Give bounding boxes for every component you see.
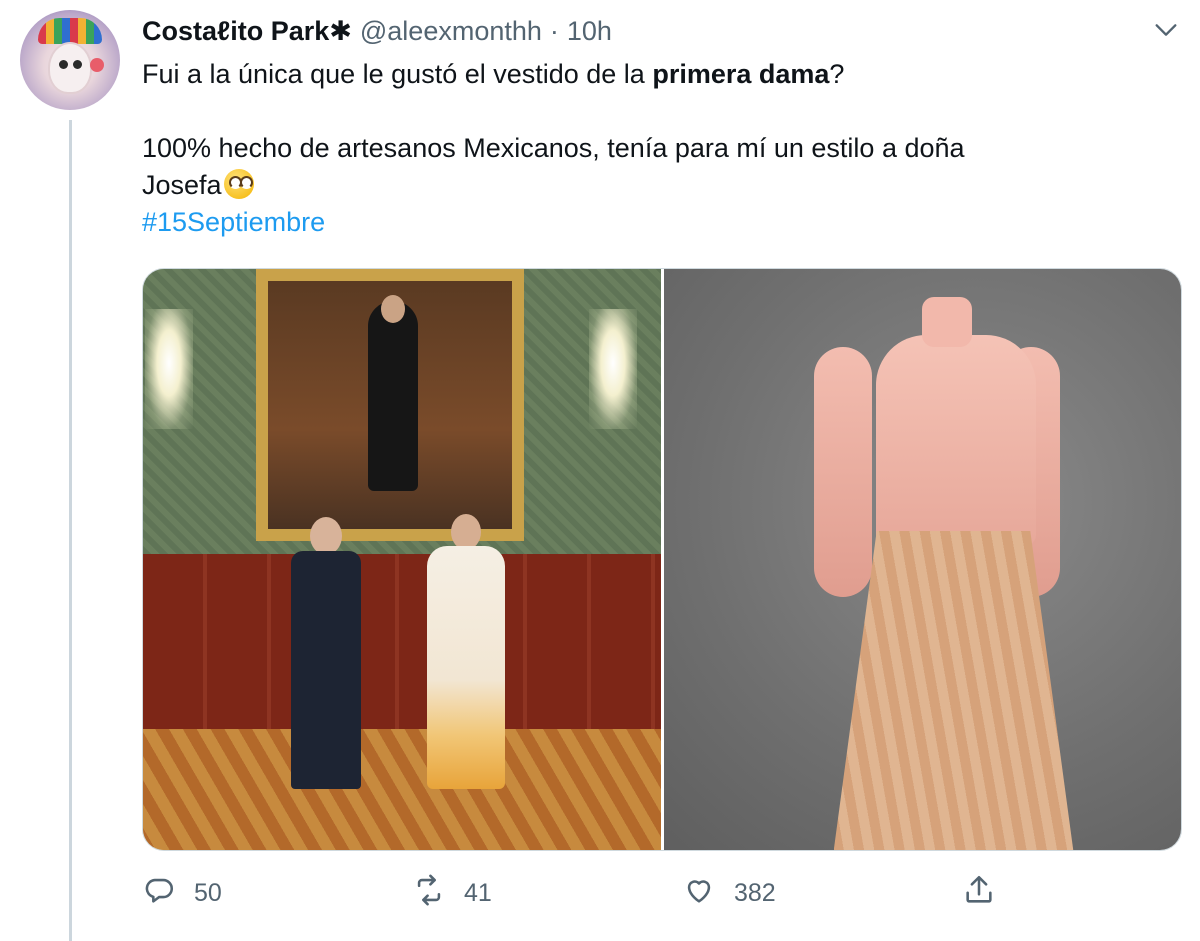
photo-portrait-figure	[368, 295, 418, 491]
photo-historic-dress[interactable]	[663, 269, 1181, 850]
text-segment: Josefa	[142, 170, 222, 200]
chevron-down-icon[interactable]	[1152, 16, 1180, 44]
text-segment: Fui a la única que le gustó el vestido d…	[142, 59, 653, 89]
user-handle[interactable]: @aleexmonthh	[360, 16, 542, 47]
photo-man-head	[310, 517, 342, 555]
hashtag-line: #15Septiembre	[142, 204, 1142, 241]
reply-button[interactable]: 50	[142, 870, 222, 916]
share-button[interactable]	[962, 870, 996, 916]
photo-chandelier	[589, 309, 637, 429]
tweet-text-line-2: 100% hecho de artesanos Mexicanos, tenía…	[142, 133, 965, 163]
bold-text: primera dama	[652, 59, 830, 89]
avatar[interactable]	[20, 10, 120, 110]
photo-man-suit	[291, 551, 361, 789]
retweet-icon	[412, 873, 446, 914]
reply-count: 50	[194, 878, 222, 907]
photo-dress-sleeve	[813, 347, 872, 597]
photo-wood-panel	[143, 554, 661, 729]
avatar-eye	[73, 60, 82, 69]
avatar-face	[48, 42, 92, 94]
retweet-button[interactable]: 41	[412, 870, 492, 916]
photo-chandelier	[145, 309, 193, 429]
line-spacer	[142, 93, 1142, 130]
photo-dress-bodice	[875, 335, 1036, 545]
avatar-flower-crown	[38, 18, 102, 44]
reply-icon	[142, 873, 176, 914]
like-count: 382	[734, 878, 776, 907]
tweet: Costaℓito Park✱ @aleexmonthh · 10h Fui a…	[0, 0, 1200, 941]
like-button[interactable]: 382	[682, 870, 776, 916]
photo-painting-frame	[256, 269, 524, 541]
tweet-header: Costaℓito Park✱ @aleexmonthh · 10h	[142, 14, 612, 48]
photo-floor	[143, 729, 661, 850]
hashtag-link[interactable]: #15Septiembre	[142, 207, 325, 237]
timestamp[interactable]: 10h	[567, 16, 612, 47]
photo-dress-collar	[921, 297, 972, 347]
heart-icon	[682, 873, 716, 914]
face-with-rolling-eyes-emoji	[223, 169, 254, 199]
share-icon	[962, 873, 996, 914]
tweet-actions: 50 41 382	[142, 870, 1182, 916]
media-grid	[142, 268, 1182, 851]
avatar-eye	[59, 60, 68, 69]
tweet-text-line-3: Josefa	[142, 167, 1142, 204]
photo-woman	[423, 514, 509, 789]
tweet-text: Fui a la única que le gustó el vestido d…	[142, 56, 1142, 241]
separator-dot: ·	[549, 15, 559, 46]
thread-line	[69, 120, 72, 941]
text-segment: ?	[829, 59, 845, 89]
photo-palace-scene[interactable]	[143, 269, 661, 850]
display-name[interactable]: Costaℓito Park✱	[142, 16, 352, 47]
photo-woman-head	[451, 514, 481, 550]
tweet-text-line-1: Fui a la única que le gustó el vestido d…	[142, 56, 1142, 93]
avatar-flower	[90, 58, 104, 72]
photo-man	[283, 517, 369, 789]
photo-woman-dress	[427, 546, 505, 789]
retweet-count: 41	[464, 878, 492, 907]
